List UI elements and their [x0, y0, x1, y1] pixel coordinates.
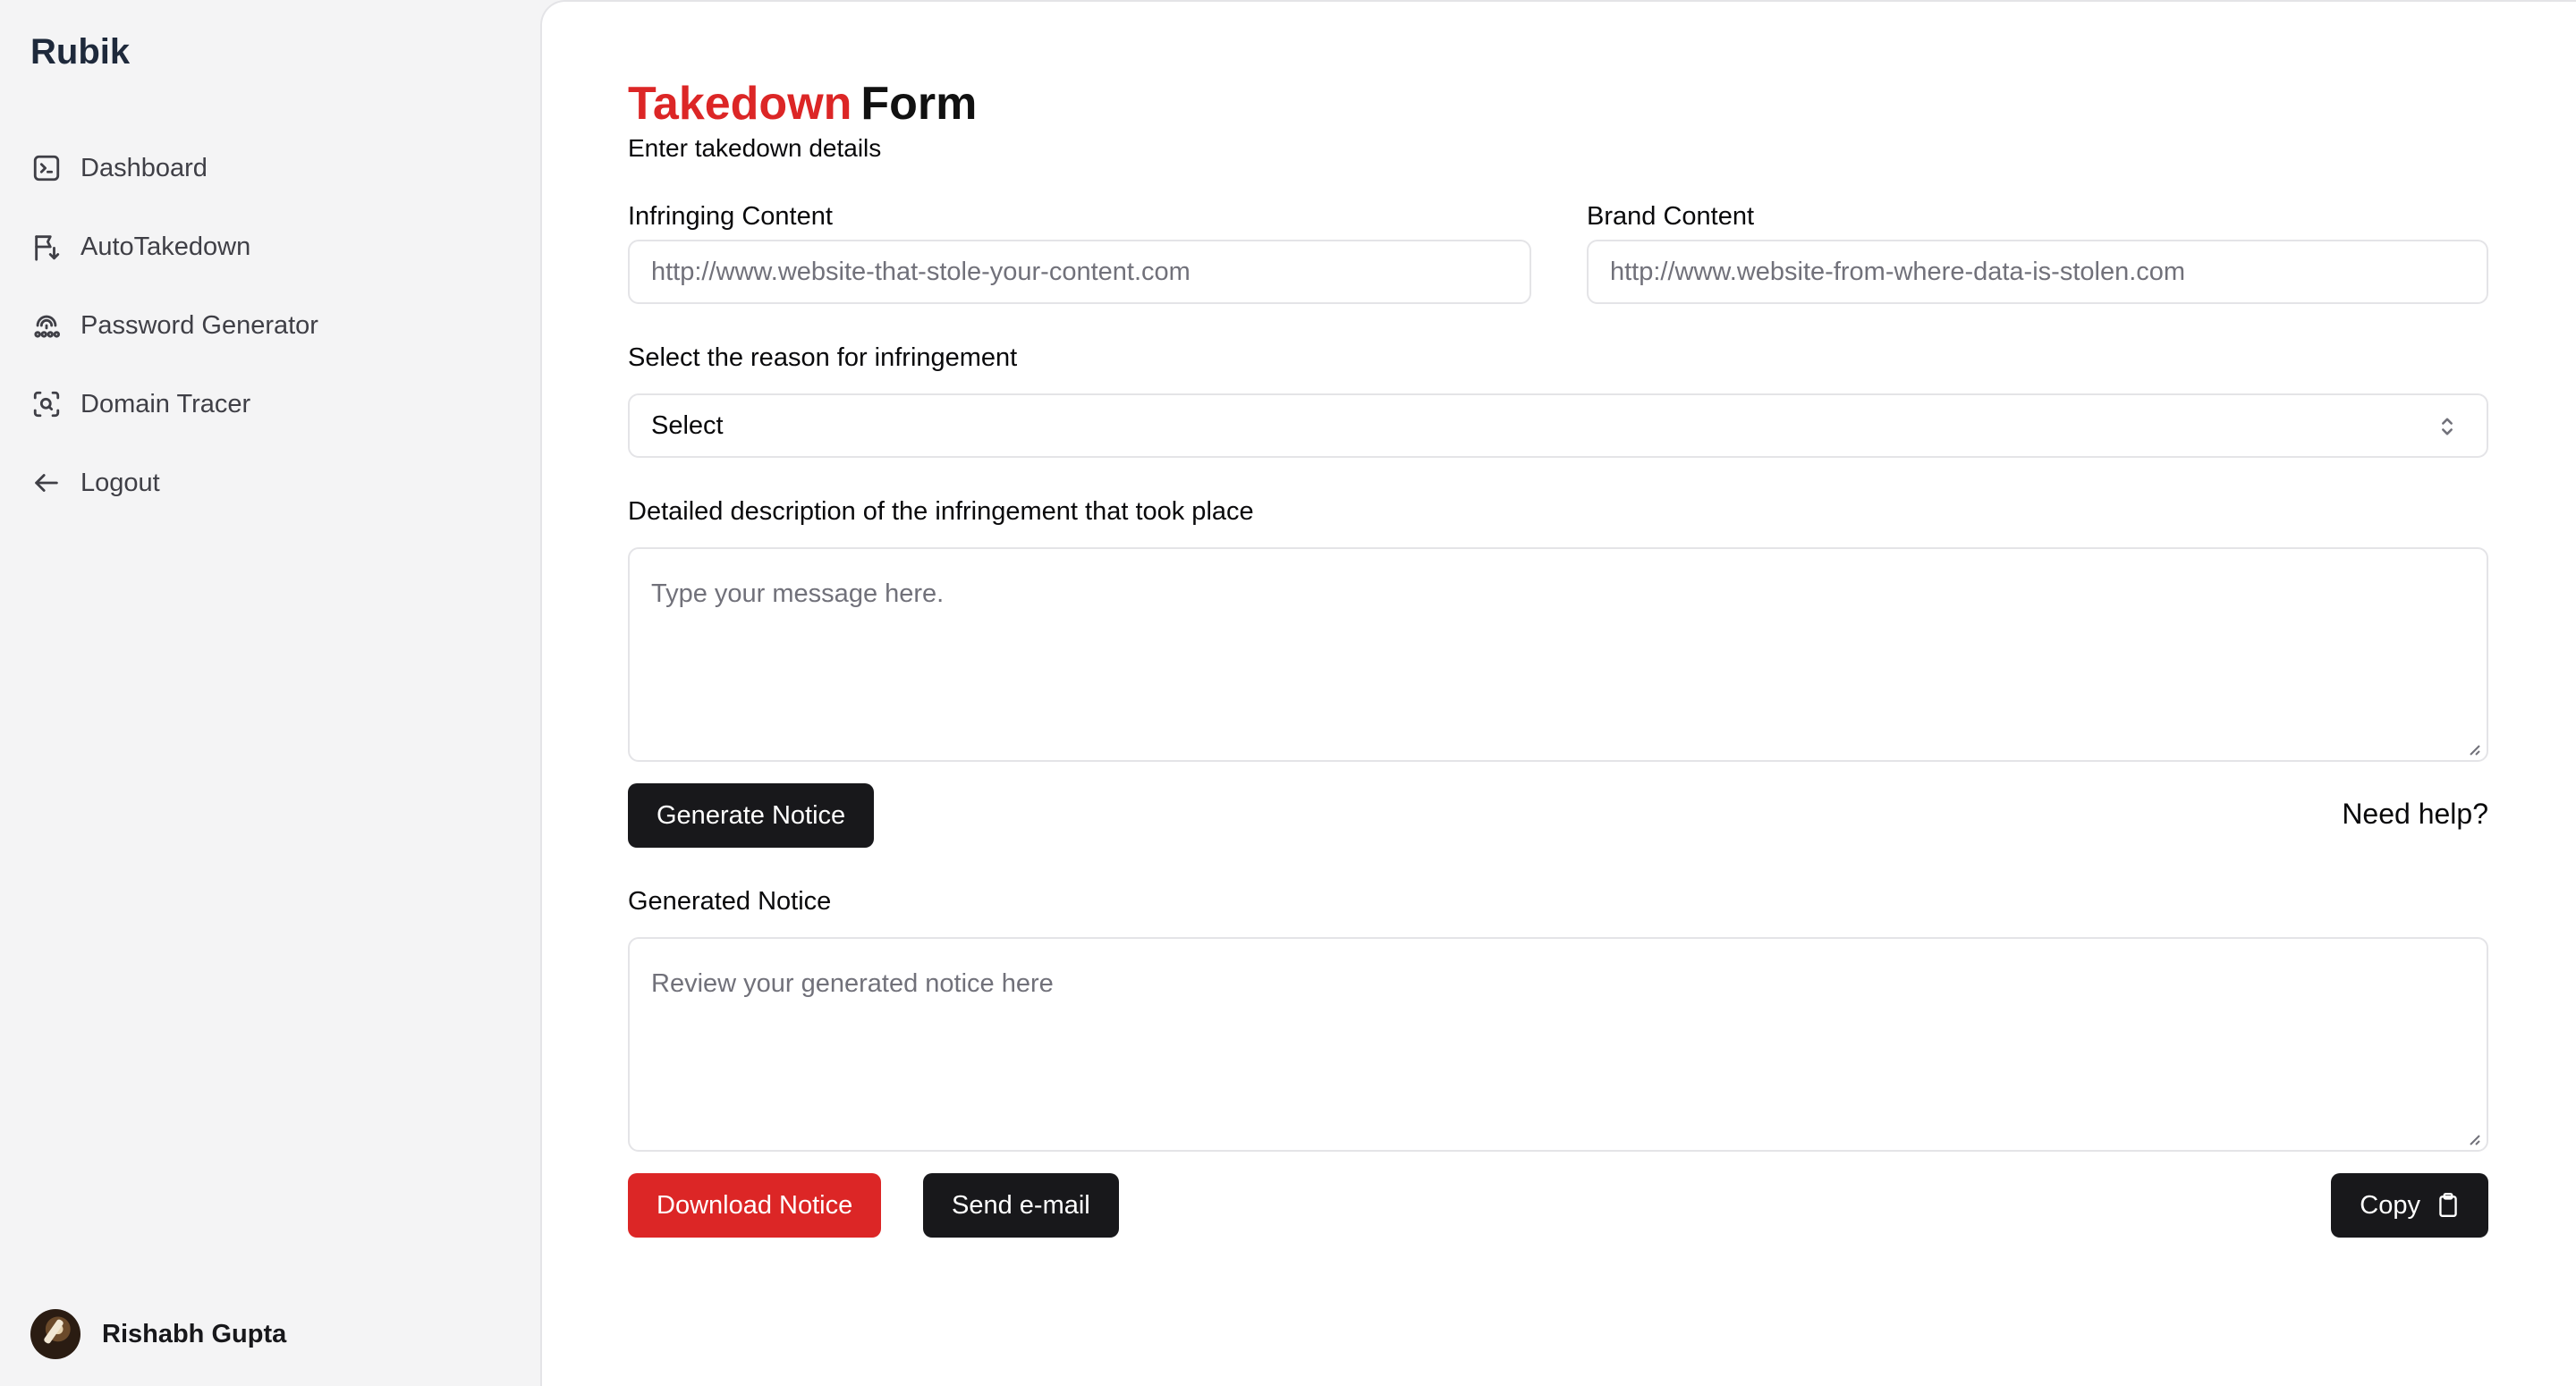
scan-search-icon	[30, 388, 63, 420]
page-title: Takedown Form	[628, 77, 977, 131]
clipboard-icon	[2436, 1192, 2460, 1219]
generated-notice-label: Generated Notice	[628, 887, 832, 916]
sidebar: Rubik Dashboard AutoTakedown Password Ge…	[0, 0, 540, 1386]
brand-content-label: Brand Content	[1587, 202, 1755, 231]
infringing-content-input[interactable]	[628, 240, 1531, 304]
chevron-up-down-icon	[2435, 413, 2460, 440]
download-notice-button[interactable]: Download Notice	[628, 1173, 882, 1238]
sidebar-item-password-generator[interactable]: Password Generator	[30, 302, 318, 349]
copy-button-label: Copy	[2360, 1190, 2420, 1220]
sidebar-item-label: AutoTakedown	[80, 232, 251, 261]
sidebar-item-autotakedown[interactable]: AutoTakedown	[30, 224, 318, 270]
main-panel: Takedown Form Enter takedown details Infr…	[540, 0, 2576, 1386]
need-help-link[interactable]: Need help?	[2342, 798, 2488, 831]
app-root: Rubik Dashboard AutoTakedown Password Ge…	[0, 0, 2576, 1386]
description-textarea[interactable]	[628, 547, 2488, 762]
sidebar-item-label: Domain Tracer	[80, 389, 251, 418]
user-profile[interactable]: Rishabh Gupta	[30, 1309, 286, 1359]
resize-handle-icon[interactable]	[2465, 740, 2481, 756]
reason-select-value: Select	[651, 410, 724, 440]
title-rest: Form	[860, 78, 978, 130]
sidebar-item-label: Dashboard	[80, 153, 208, 182]
sidebar-item-label: Password Generator	[80, 310, 318, 340]
flag-arrow-down-icon	[30, 231, 63, 263]
brand-logo[interactable]: Rubik	[30, 32, 130, 72]
sidebar-item-label: Logout	[80, 468, 160, 497]
sidebar-item-domain-tracer[interactable]: Domain Tracer	[30, 381, 318, 427]
description-label: Detailed description of the infringement…	[628, 497, 1254, 526]
copy-button[interactable]: Copy	[2331, 1173, 2488, 1238]
send-email-button[interactable]: Send e-mail	[923, 1173, 1119, 1238]
fingerprint-icon	[30, 309, 63, 342]
resize-handle-icon[interactable]	[2465, 1130, 2481, 1146]
avatar	[30, 1309, 80, 1359]
brand-content-input[interactable]	[1587, 240, 2488, 304]
generate-notice-button[interactable]: Generate Notice	[628, 783, 875, 848]
reason-select[interactable]: Select	[628, 393, 2488, 458]
reason-label: Select the reason for infringement	[628, 343, 1018, 372]
arrow-left-icon	[30, 467, 63, 499]
sidebar-item-dashboard[interactable]: Dashboard	[30, 145, 318, 191]
sidebar-item-logout[interactable]: Logout	[30, 460, 318, 506]
user-name: Rishabh Gupta	[102, 1319, 287, 1348]
title-accent: Takedown	[628, 78, 852, 130]
infringing-content-label: Infringing Content	[628, 202, 833, 231]
page-subtitle: Enter takedown details	[628, 134, 882, 162]
sidebar-nav: Dashboard AutoTakedown Password Generato…	[30, 145, 318, 538]
terminal-square-icon	[30, 152, 63, 184]
generated-notice-textarea[interactable]	[628, 937, 2488, 1152]
